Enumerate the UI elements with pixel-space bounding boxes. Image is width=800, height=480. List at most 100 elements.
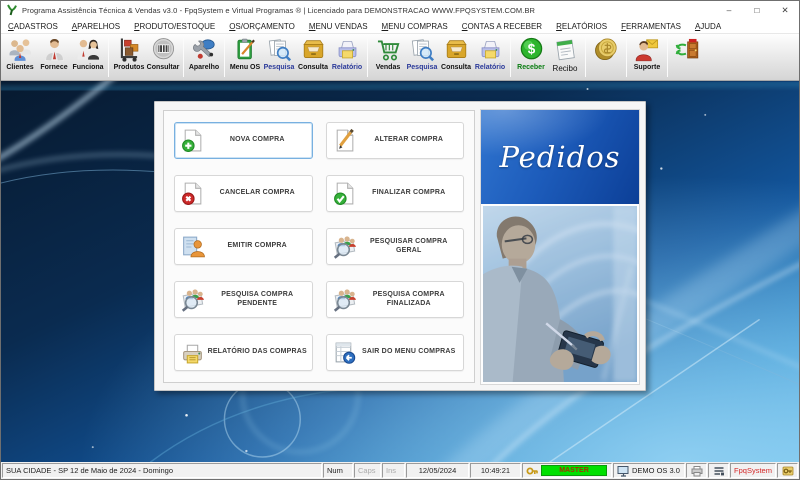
button-nova-compra[interactable]: NOVA COMPRA: [174, 122, 313, 159]
toolbar-button-clientes[interactable]: Clientes: [3, 34, 37, 80]
menu-contas-receber[interactable]: CONTAS A RECEBER: [455, 21, 549, 32]
issue-purchase-icon: [180, 234, 205, 259]
close-button[interactable]: ✕: [771, 1, 799, 19]
status-num-lock: Num: [323, 463, 353, 478]
menu-relatorios[interactable]: RELATÓRIOS: [549, 21, 614, 32]
key-icon: [782, 466, 793, 475]
products-cart-icon: [116, 36, 143, 63]
status-printer: [686, 463, 707, 478]
toolbar-button-exit[interactable]: [671, 34, 705, 80]
toolbar-button-relatorio-os[interactable]: Relatório: [330, 34, 364, 80]
toolbar-button-coin[interactable]: [589, 34, 623, 80]
clipboard-icon: [232, 36, 259, 63]
receipt-icon: [552, 36, 579, 63]
toolbar-separator: [626, 37, 627, 77]
menu-os-orcamento[interactable]: OS/ORÇAMENTO: [222, 21, 302, 32]
menu-cadastros[interactable]: CADASTROS: [1, 21, 65, 32]
button-relatorio-das-compras[interactable]: RELATÓRIO DAS COMPRAS: [174, 334, 313, 371]
toolbar-button-fornece[interactable]: Fornece: [37, 34, 71, 80]
employees-icon: [75, 36, 102, 63]
toolbar-button-vendas[interactable]: Vendas: [371, 34, 405, 80]
toolbar-button-produtos[interactable]: Produtos: [112, 34, 146, 80]
clients-icon: [7, 36, 34, 63]
toolbar-separator: [108, 37, 109, 77]
pedidos-panel: Pedidos: [480, 109, 640, 385]
barcode-icon: [150, 36, 177, 63]
button-finalizar-compra[interactable]: FINALIZAR COMPRA: [325, 175, 464, 212]
compras-button-panel: NOVA COMPRA ALTERAR COMPRA CANCELAR COMP…: [163, 110, 475, 383]
button-pesquisar-compra-geral[interactable]: PESQUISAR COMPRA GERAL: [325, 228, 464, 265]
menu-ajuda[interactable]: AJUDA: [688, 21, 728, 32]
drawer-icon: [300, 36, 327, 63]
toolbar-button-funciona[interactable]: Funciona: [71, 34, 105, 80]
button-alterar-compra[interactable]: ALTERAR COMPRA: [325, 122, 464, 159]
status-bar: SUA CIDADE - SP 12 de Maio de 2024 - Dom…: [1, 462, 799, 479]
menu-ferramentas[interactable]: FERRAMENTAS: [614, 21, 688, 32]
toolbar-button-recibo[interactable]: Recibo: [548, 34, 582, 80]
status-user: MASTER: [522, 463, 612, 478]
search-people-icon: [180, 287, 205, 312]
lines-icon: [714, 466, 724, 475]
button-cancelar-compra[interactable]: CANCELAR COMPRA: [174, 175, 313, 212]
printer-icon: [691, 465, 702, 476]
edit-purchase-icon: [332, 128, 357, 153]
exit-door-icon: [675, 36, 702, 63]
title-bar: Programa Assistência Técnica & Vendas v3…: [1, 1, 799, 19]
monitor-icon: [617, 465, 629, 477]
search-people-icon: [332, 287, 357, 312]
search-people-icon: [332, 234, 357, 259]
toolbar-separator: [183, 37, 184, 77]
button-pesquisa-compra-pendente[interactable]: PESQUISA COMPRA PENDENTE: [174, 281, 313, 318]
app-logo-icon: [6, 4, 18, 16]
support-icon: [634, 36, 661, 63]
menu-vendas[interactable]: MENU VENDAS: [302, 21, 375, 32]
finish-purchase-icon: [332, 181, 357, 206]
minimize-button[interactable]: –: [715, 1, 743, 19]
pedidos-banner: Pedidos: [481, 110, 639, 204]
new-purchase-icon: [180, 128, 205, 153]
button-pesquisa-compra-finalizada[interactable]: PESQUISA COMPRA FINALIZADA: [325, 281, 464, 318]
toolbar: Clientes Fornece Funciona Produtos Consu…: [1, 34, 799, 81]
status-insert: Ins: [382, 463, 405, 478]
key-icon: [526, 467, 538, 474]
pedidos-photo: [483, 206, 637, 382]
sales-cart-icon: [375, 36, 402, 63]
button-emitir-compra[interactable]: EMITIR COMPRA: [174, 228, 313, 265]
status-brand: FpqSystem: [730, 463, 776, 478]
toolbar-button-consultar[interactable]: Consultar: [146, 34, 180, 80]
toolbar-button-aparelho[interactable]: Aparelho: [187, 34, 221, 80]
cancel-purchase-icon: [180, 181, 205, 206]
toolbar-button-suporte[interactable]: Suporte: [630, 34, 664, 80]
app-window: Programa Assistência Técnica & Vendas v3…: [0, 0, 800, 480]
toolbar-button-consulta-vendas[interactable]: Consulta: [439, 34, 473, 80]
toolbar-button-pesquisa-vendas[interactable]: Pesquisa: [405, 34, 439, 80]
menu-produto-estoque[interactable]: PRODUTO/ESTOQUE: [127, 21, 222, 32]
pedidos-title: Pedidos: [499, 140, 621, 174]
window-title: Programa Assistência Técnica & Vendas v3…: [22, 5, 536, 15]
status-location: SUA CIDADE - SP 12 de Maio de 2024 - Dom…: [2, 463, 322, 478]
report-purchases-icon: [180, 340, 205, 365]
toolbar-button-consulta-os[interactable]: Consulta: [296, 34, 330, 80]
status-caps-lock: Caps: [354, 463, 381, 478]
compras-window: NOVA COMPRA ALTERAR COMPRA CANCELAR COMP…: [154, 101, 646, 391]
report-printer-icon: [334, 36, 361, 63]
search-docs-icon: [409, 36, 436, 63]
maximize-button[interactable]: □: [743, 1, 771, 19]
toolbar-button-receber[interactable]: $ Receber: [514, 34, 548, 80]
menu-compras[interactable]: MENU COMPRAS: [375, 21, 455, 32]
toolbar-button-relatorio-vendas[interactable]: Relatório: [473, 34, 507, 80]
exit-menu-icon: [332, 340, 357, 365]
supplier-icon: [41, 36, 68, 63]
toolbar-separator: [585, 37, 586, 77]
toolbar-separator: [510, 37, 511, 77]
status-panel-toggle: [708, 463, 729, 478]
button-sair-menu-compras[interactable]: SAIR DO MENU COMPRAS: [325, 334, 464, 371]
toolbar-separator: [224, 37, 225, 77]
search-docs-icon: [266, 36, 293, 63]
device-tools-icon: [191, 36, 218, 63]
toolbar-button-pesquisa-os[interactable]: Pesquisa: [262, 34, 296, 80]
toolbar-button-menu-os[interactable]: Menu OS: [228, 34, 262, 80]
status-time: 10:49:21: [470, 463, 521, 478]
menu-aparelhos[interactable]: APARELHOS: [65, 21, 127, 32]
toolbar-separator: [667, 37, 668, 77]
